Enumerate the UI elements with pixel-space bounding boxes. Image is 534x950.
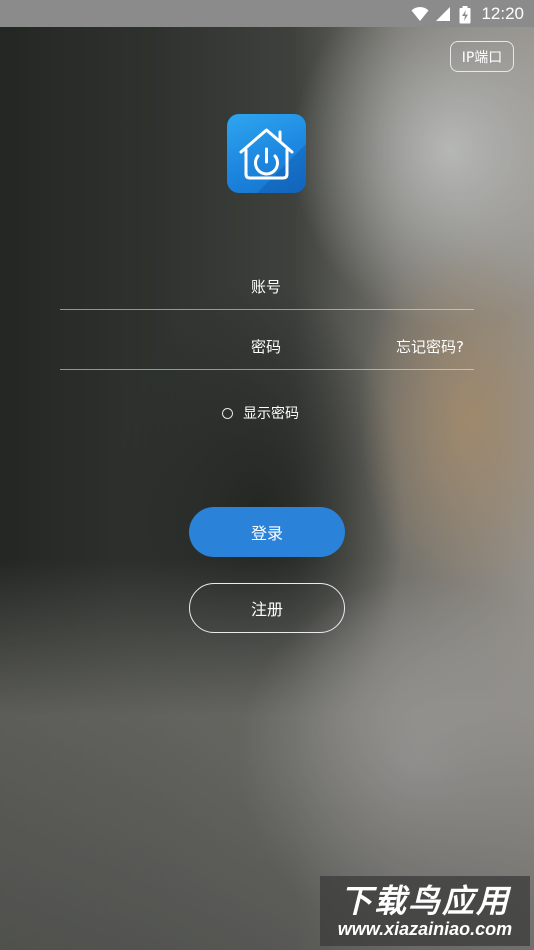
account-input[interactable]: 账号 [251,276,281,297]
show-password-toggle[interactable]: 显示密码 [222,403,299,423]
register-button[interactable]: 注册 [189,583,345,633]
show-password-radio[interactable] [222,407,233,419]
password-input[interactable]: 密码 [251,336,281,357]
password-underline [60,369,474,370]
home-power-icon [227,114,306,193]
forgot-password-link[interactable]: 忘记密码? [396,336,464,357]
signal-icon [435,6,453,22]
watermark-title: 下载鸟应用 [339,882,510,920]
account-underline [60,309,474,310]
ip-port-button[interactable]: IP端口 [450,41,514,72]
battery-charging-icon [459,5,471,23]
show-password-label: 显示密码 [243,406,299,422]
status-time: 12:20 [481,3,524,23]
wifi-icon [411,6,429,22]
status-bar: 12:20 [0,0,534,27]
account-placeholder: 账号 [251,278,282,296]
password-placeholder: 密码 [251,338,282,356]
watermark-url: www.xiazainiao.com [337,919,513,939]
login-button[interactable]: 登录 [189,507,345,557]
watermark-logo: 下载鸟应用 www.xiazainiao.com [320,876,530,946]
